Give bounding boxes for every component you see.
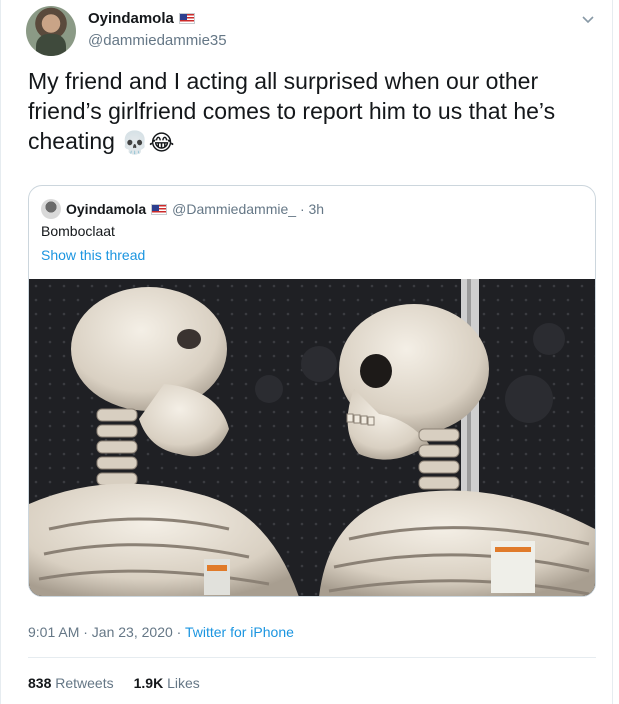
- left-border: [0, 0, 1, 704]
- author-display-name[interactable]: Oyindamola: [88, 10, 174, 27]
- quoted-display-name: Oyindamola: [66, 201, 147, 217]
- tweet-body: My friend and I acting all surprised whe…: [28, 68, 556, 154]
- tweet-stats: 838 Retweets 1.9K Likes: [28, 675, 200, 691]
- quoted-tweet-card[interactable]: Oyindamola @Dammiedammie_ · 3h Bomboclaa…: [28, 185, 596, 597]
- skeletons-photo: [29, 279, 595, 596]
- author-name-row: Oyindamola: [88, 10, 195, 27]
- likes-stat[interactable]: 1.9K Likes: [134, 675, 200, 691]
- show-thread-link[interactable]: Show this thread: [41, 247, 145, 263]
- us-flag-icon: [178, 13, 195, 24]
- likes-label: Likes: [167, 675, 200, 691]
- author-handle[interactable]: @dammiedammie35: [88, 32, 227, 49]
- tears-of-joy-emoji: 😂: [148, 129, 175, 155]
- retweets-count: 838: [28, 675, 52, 691]
- tweet-source[interactable]: Twitter for iPhone: [185, 624, 294, 640]
- quoted-avatar: [41, 199, 61, 219]
- tweet-timestamp[interactable]: 9:01 AM · Jan 23, 2020 ·: [28, 624, 185, 640]
- quoted-text: Bomboclaat: [41, 223, 115, 239]
- retweets-stat[interactable]: 838 Retweets: [28, 675, 114, 691]
- author-avatar[interactable]: [26, 6, 76, 56]
- quoted-handle-time: @Dammiedammie_ · 3h: [172, 201, 325, 217]
- divider: [28, 657, 596, 658]
- likes-count: 1.9K: [133, 675, 164, 691]
- us-flag-icon: [151, 203, 168, 215]
- right-border: [612, 0, 613, 704]
- skull-emoji: 💀: [121, 129, 149, 155]
- quoted-photo[interactable]: [29, 279, 595, 596]
- chevron-down-icon[interactable]: [579, 10, 597, 28]
- tweet-text: My friend and I acting all surprised whe…: [28, 66, 588, 156]
- tweet-meta: 9:01 AM · Jan 23, 2020 · Twitter for iPh…: [28, 624, 294, 640]
- quoted-header: Oyindamola @Dammiedammie_ · 3h: [41, 199, 324, 219]
- retweets-label: Retweets: [55, 675, 114, 691]
